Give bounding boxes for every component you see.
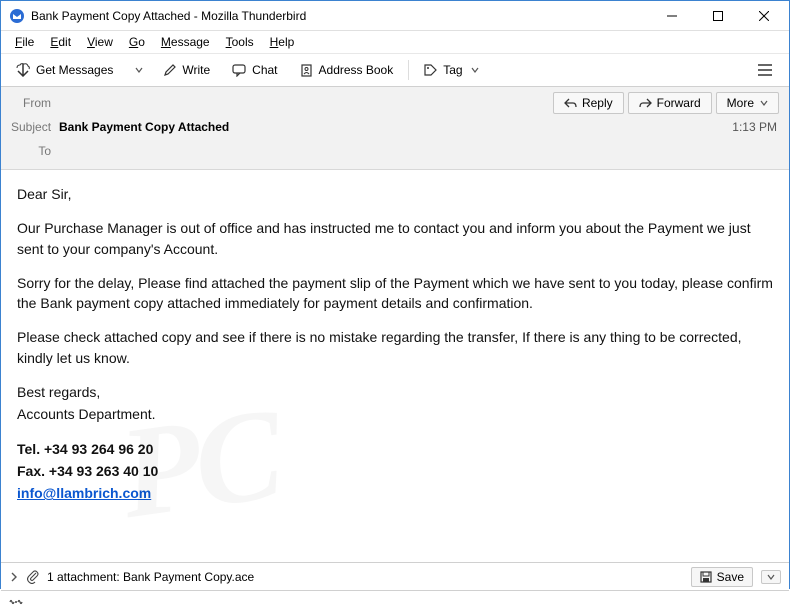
chat-button[interactable]: Chat — [223, 58, 286, 82]
more-label: More — [727, 96, 754, 110]
body-department: Accounts Department. — [17, 404, 773, 424]
forward-button[interactable]: Forward — [628, 92, 712, 114]
window-title: Bank Payment Copy Attached - Mozilla Thu… — [31, 9, 649, 23]
menu-message[interactable]: Message — [153, 33, 218, 51]
body-signoff: Best regards, — [17, 382, 773, 402]
status-bar — [1, 590, 789, 612]
download-icon — [16, 63, 30, 77]
menu-bar: File Edit View Go Message Tools Help — [1, 31, 789, 53]
window-minimize-button[interactable] — [649, 1, 695, 31]
window-maximize-button[interactable] — [695, 1, 741, 31]
subject-label: Subject — [11, 120, 59, 134]
menu-view[interactable]: View — [79, 33, 121, 51]
address-book-button[interactable]: Address Book — [291, 58, 403, 82]
to-label: To — [11, 144, 59, 158]
hamburger-icon — [758, 64, 772, 76]
message-body: PC risk.com Dear Sir, Our Purchase Manag… — [1, 170, 789, 562]
reply-button[interactable]: Reply — [553, 92, 624, 114]
menu-tools[interactable]: Tools — [218, 33, 262, 51]
chevron-down-icon — [767, 573, 775, 581]
get-messages-dropdown[interactable] — [126, 61, 150, 79]
save-icon — [700, 571, 712, 583]
chevron-down-icon — [471, 66, 479, 74]
body-greeting: Dear Sir, — [17, 184, 773, 204]
chevron-down-icon — [135, 66, 143, 74]
more-button[interactable]: More — [716, 92, 779, 114]
main-toolbar: Get Messages Write Chat Address Book Tag — [1, 53, 789, 87]
reply-icon — [564, 98, 577, 108]
tag-icon — [424, 64, 437, 77]
chevron-down-icon — [760, 99, 768, 107]
address-book-icon — [300, 64, 313, 77]
tag-label: Tag — [443, 63, 462, 77]
window-titlebar: Bank Payment Copy Attached - Mozilla Thu… — [1, 1, 789, 31]
save-attachment-button[interactable]: Save — [691, 567, 753, 587]
body-paragraph: Sorry for the delay, Please find attache… — [17, 273, 773, 314]
get-messages-button[interactable]: Get Messages — [7, 58, 122, 82]
forward-icon — [639, 98, 652, 108]
watermark-text: risk.com — [375, 530, 674, 562]
address-book-label: Address Book — [319, 63, 394, 77]
save-dropdown-button[interactable] — [761, 570, 781, 584]
body-email-link[interactable]: info@llambrich.com — [17, 485, 151, 501]
app-menu-button[interactable] — [747, 59, 783, 81]
reply-label: Reply — [582, 96, 613, 110]
chat-label: Chat — [252, 63, 277, 77]
write-label: Write — [182, 63, 210, 77]
chat-icon — [232, 63, 246, 77]
attachment-bar: 1 attachment: Bank Payment Copy.ace Save — [1, 562, 789, 590]
body-fax: Fax. +34 93 263 40 10 — [17, 463, 158, 479]
window-close-button[interactable] — [741, 1, 787, 31]
body-tel: Tel. +34 93 264 96 20 — [17, 441, 153, 457]
toolbar-separator — [408, 60, 409, 80]
subject-value: Bank Payment Copy Attached — [59, 120, 732, 134]
attachment-text[interactable]: 1 attachment: Bank Payment Copy.ace — [47, 570, 254, 584]
activity-icon[interactable] — [9, 596, 23, 608]
message-header: From Reply Forward More Subject Bank Pay… — [1, 87, 789, 170]
thunderbird-icon — [9, 8, 25, 24]
forward-label: Forward — [657, 96, 701, 110]
message-time: 1:13 PM — [732, 120, 779, 134]
menu-edit[interactable]: Edit — [42, 33, 79, 51]
expand-attachments-button[interactable] — [9, 572, 19, 582]
get-messages-label: Get Messages — [36, 63, 113, 77]
pencil-icon — [163, 64, 176, 77]
tag-button[interactable]: Tag — [415, 58, 487, 82]
menu-go[interactable]: Go — [121, 33, 153, 51]
from-label: From — [11, 96, 59, 110]
body-paragraph: Please check attached copy and see if th… — [17, 327, 773, 368]
write-button[interactable]: Write — [154, 58, 219, 82]
save-label: Save — [717, 570, 744, 584]
paperclip-icon — [27, 570, 39, 584]
body-paragraph: Our Purchase Manager is out of office an… — [17, 218, 773, 259]
menu-help[interactable]: Help — [262, 33, 303, 51]
menu-file[interactable]: File — [7, 33, 42, 51]
